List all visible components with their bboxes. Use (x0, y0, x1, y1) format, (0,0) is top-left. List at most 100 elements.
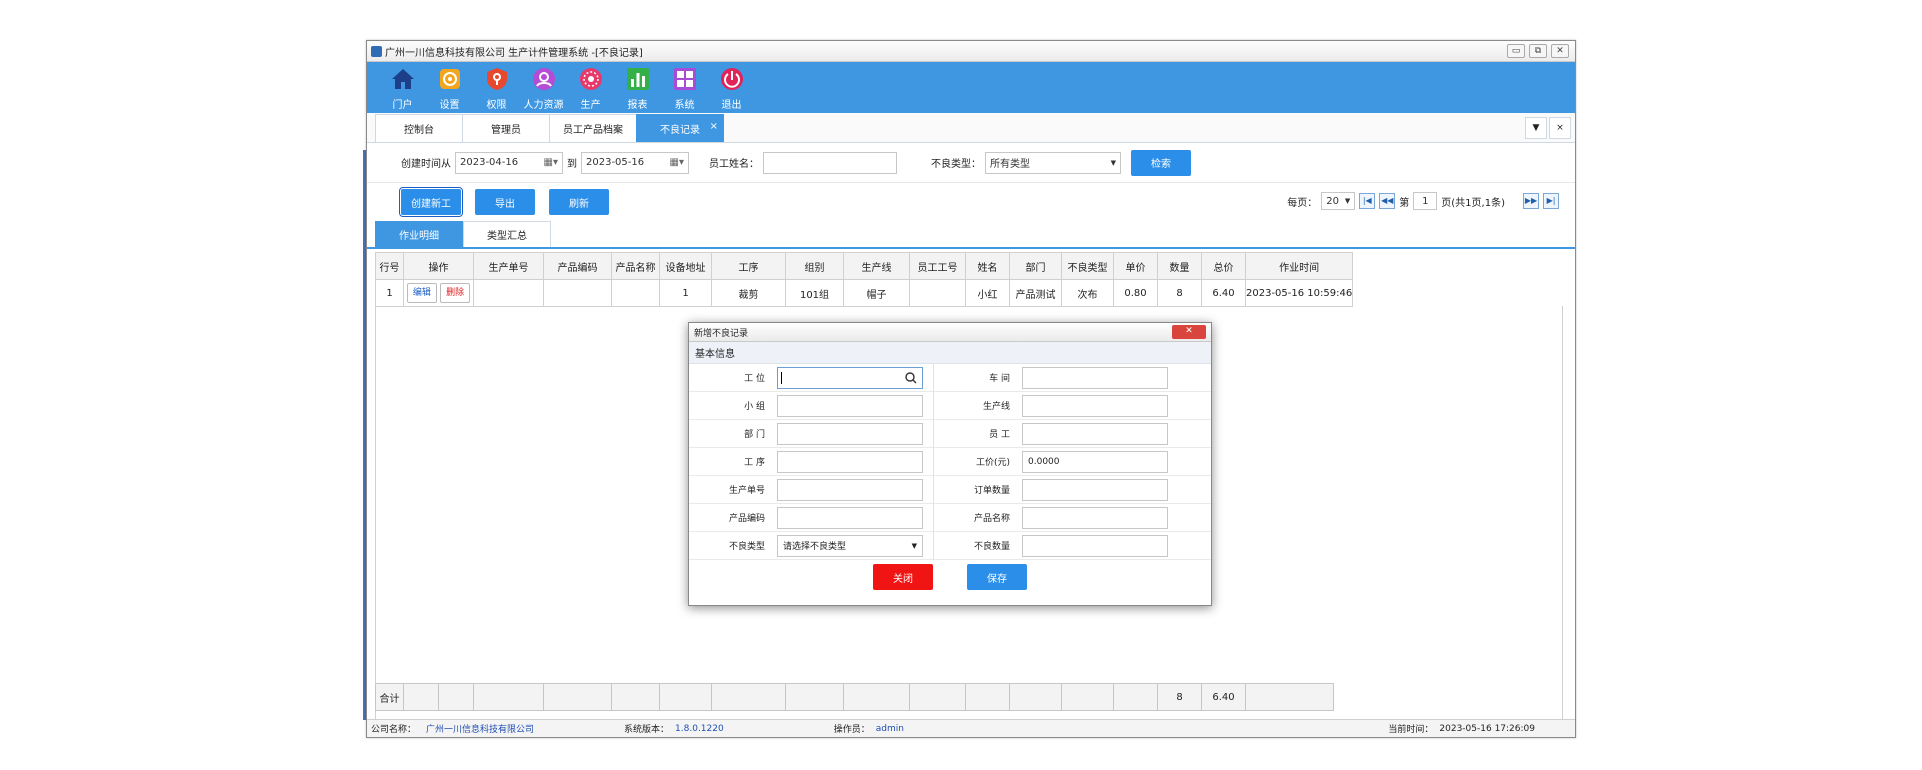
column-header[interactable]: 设备地址 (659, 252, 712, 280)
toolbar-hr[interactable]: 人力资源 (520, 62, 567, 113)
product-name-input[interactable] (1022, 506, 1168, 529)
toolbar-settings[interactable]: 设置 (426, 62, 473, 113)
column-header[interactable]: 操作 (403, 252, 474, 280)
table-row[interactable]: 1 编辑 删除 1 裁剪 101组 帽子 小红 产品测试 次布 0.80 8 6… (375, 279, 1354, 307)
first-page-button[interactable]: |◀ (1359, 193, 1376, 209)
last-page-button[interactable]: ▶| (1543, 193, 1559, 209)
column-header[interactable]: 产品名称 (611, 252, 660, 280)
dialog-save-button[interactable]: 保存 (967, 564, 1027, 590)
calendar-icon[interactable]: ▦▾ (670, 157, 684, 168)
cell-actions: 编辑 删除 (403, 279, 474, 307)
dialog-title: 新增不良记录 (694, 328, 749, 339)
field-label: 工 序 (744, 458, 765, 468)
cell-group: 101组 (785, 279, 844, 307)
toolbar-label: 门户 (392, 99, 413, 111)
filter-bar: 创建时间从 2023-04-16 ▦▾ 到 2023-05-16 ▦▾ 员工姓名… (367, 143, 1575, 183)
production-line-input[interactable] (1022, 394, 1168, 417)
pager: 每页： 20 ▼ |◀ ◀◀ 第 1 页(共1页,1条) ▶▶ ▶| (1287, 192, 1559, 210)
station-input[interactable] (777, 366, 923, 389)
maximize-button[interactable]: ⧉ (1529, 44, 1547, 58)
power-icon (718, 65, 746, 93)
tab-close-icon[interactable]: × (710, 121, 718, 132)
dialog-close-icon[interactable]: ✕ (1172, 325, 1206, 339)
page-number-input[interactable]: 1 (1413, 192, 1438, 210)
column-header[interactable]: 作业时间 (1244, 252, 1354, 280)
refresh-button[interactable]: 刷新 (549, 189, 609, 215)
column-header[interactable]: 生产单号 (473, 252, 544, 280)
workshop-input[interactable] (1022, 366, 1168, 389)
chart-icon (624, 65, 652, 93)
team-input[interactable] (777, 394, 923, 417)
toolbar-exit[interactable]: 退出 (708, 62, 755, 113)
subtab-job-details[interactable]: 作业明细 (375, 221, 463, 247)
export-button[interactable]: 导出 (475, 189, 535, 215)
column-header[interactable]: 组别 (785, 252, 844, 280)
page-tab-bar: 控制台 管理员 员工产品档案 不良记录 × ▼ × (367, 113, 1575, 143)
defect-type-value: 所有类型 (990, 159, 1030, 170)
tab-list-dropdown-button[interactable]: ▼ (1525, 117, 1547, 139)
process-input[interactable] (777, 450, 923, 473)
toolbar-home[interactable]: 门户 (379, 62, 426, 113)
field-label: 生产线 (982, 402, 1010, 412)
defect-qty-input[interactable] (1022, 534, 1168, 557)
page-summary: 页(共1页,1条) (1441, 197, 1505, 209)
cell-type: 次布 (1061, 279, 1114, 307)
column-header[interactable]: 数量 (1157, 252, 1202, 280)
dialog-title-bar: 新增不良记录 ✕ (689, 323, 1211, 342)
unit-price-input[interactable]: 0.0000 (1022, 450, 1168, 473)
current-time-label: 当前时间： (1388, 725, 1434, 735)
toolbar-system[interactable]: 系统 (661, 62, 708, 113)
column-header[interactable]: 员工工号 (909, 252, 966, 280)
cell-device: 1 (659, 279, 712, 307)
edit-row-button[interactable]: 编辑 (406, 283, 437, 303)
per-page-select[interactable]: 20 ▼ (1321, 192, 1356, 210)
search-button[interactable]: 检索 (1131, 149, 1191, 176)
employee-input[interactable] (1022, 422, 1168, 445)
employee-name-input[interactable] (763, 151, 897, 174)
column-header[interactable]: 产品编码 (543, 252, 612, 280)
next-page-button[interactable]: ▶▶ (1523, 193, 1539, 209)
minimize-button[interactable]: ▭ (1507, 44, 1525, 58)
column-header[interactable]: 不良类型 (1061, 252, 1114, 280)
per-page-label: 每页： (1287, 197, 1318, 209)
tab-defect-records[interactable]: 不良记录 × (636, 114, 724, 142)
tab-console[interactable]: 控制台 (375, 114, 463, 142)
close-window-button[interactable]: ✕ (1551, 44, 1569, 58)
defect-type-dropdown[interactable]: 请选择不良类型 ▼ (777, 534, 923, 557)
app-logo-icon (371, 45, 382, 57)
date-to-input[interactable]: 2023-05-16 ▦▾ (581, 151, 689, 174)
chevron-down-icon: ▼ (911, 541, 917, 550)
defect-type-select[interactable]: 所有类型 ▼ (985, 151, 1121, 174)
toolbar-permissions[interactable]: 权限 (473, 62, 520, 113)
toolbar-reports[interactable]: 报表 (614, 62, 661, 113)
tab-employee-products[interactable]: 员工产品档案 (549, 114, 637, 142)
shield-icon (483, 65, 511, 93)
cell-dept: 产品测试 (1009, 279, 1062, 307)
gear-icon (436, 65, 464, 93)
calendar-icon[interactable]: ▦▾ (544, 157, 558, 168)
column-header[interactable]: 单价 (1113, 252, 1158, 280)
search-icon[interactable] (905, 371, 917, 384)
column-header[interactable]: 部门 (1009, 252, 1062, 280)
close-all-tabs-button[interactable]: × (1549, 117, 1571, 139)
toolbar-label: 人力资源 (523, 99, 564, 111)
product-code-input[interactable] (777, 506, 923, 529)
column-header[interactable]: 姓名 (965, 252, 1010, 280)
date-from-input[interactable]: 2023-04-16 ▦▾ (455, 151, 563, 174)
delete-row-button[interactable]: 删除 (440, 283, 471, 303)
toolbar-production[interactable]: 生产 (567, 62, 614, 113)
employee-name-label: 员工姓名： (709, 159, 759, 170)
column-header[interactable]: 生产线 (843, 252, 910, 280)
column-header[interactable]: 总价 (1201, 252, 1246, 280)
order-no-input[interactable] (777, 478, 923, 501)
prev-page-button[interactable]: ◀◀ (1379, 193, 1396, 209)
dialog-close-button[interactable]: 关闭 (873, 564, 933, 590)
department-input[interactable] (777, 422, 923, 445)
order-qty-input[interactable] (1022, 478, 1168, 501)
tab-admin[interactable]: 管理员 (462, 114, 550, 142)
subtab-type-summary[interactable]: 类型汇总 (463, 221, 551, 247)
column-header[interactable]: 行号 (375, 252, 404, 280)
create-button[interactable]: 创建新工 (399, 187, 463, 217)
column-header[interactable]: 工序 (711, 252, 786, 280)
cell-total: 6.40 (1201, 279, 1246, 307)
